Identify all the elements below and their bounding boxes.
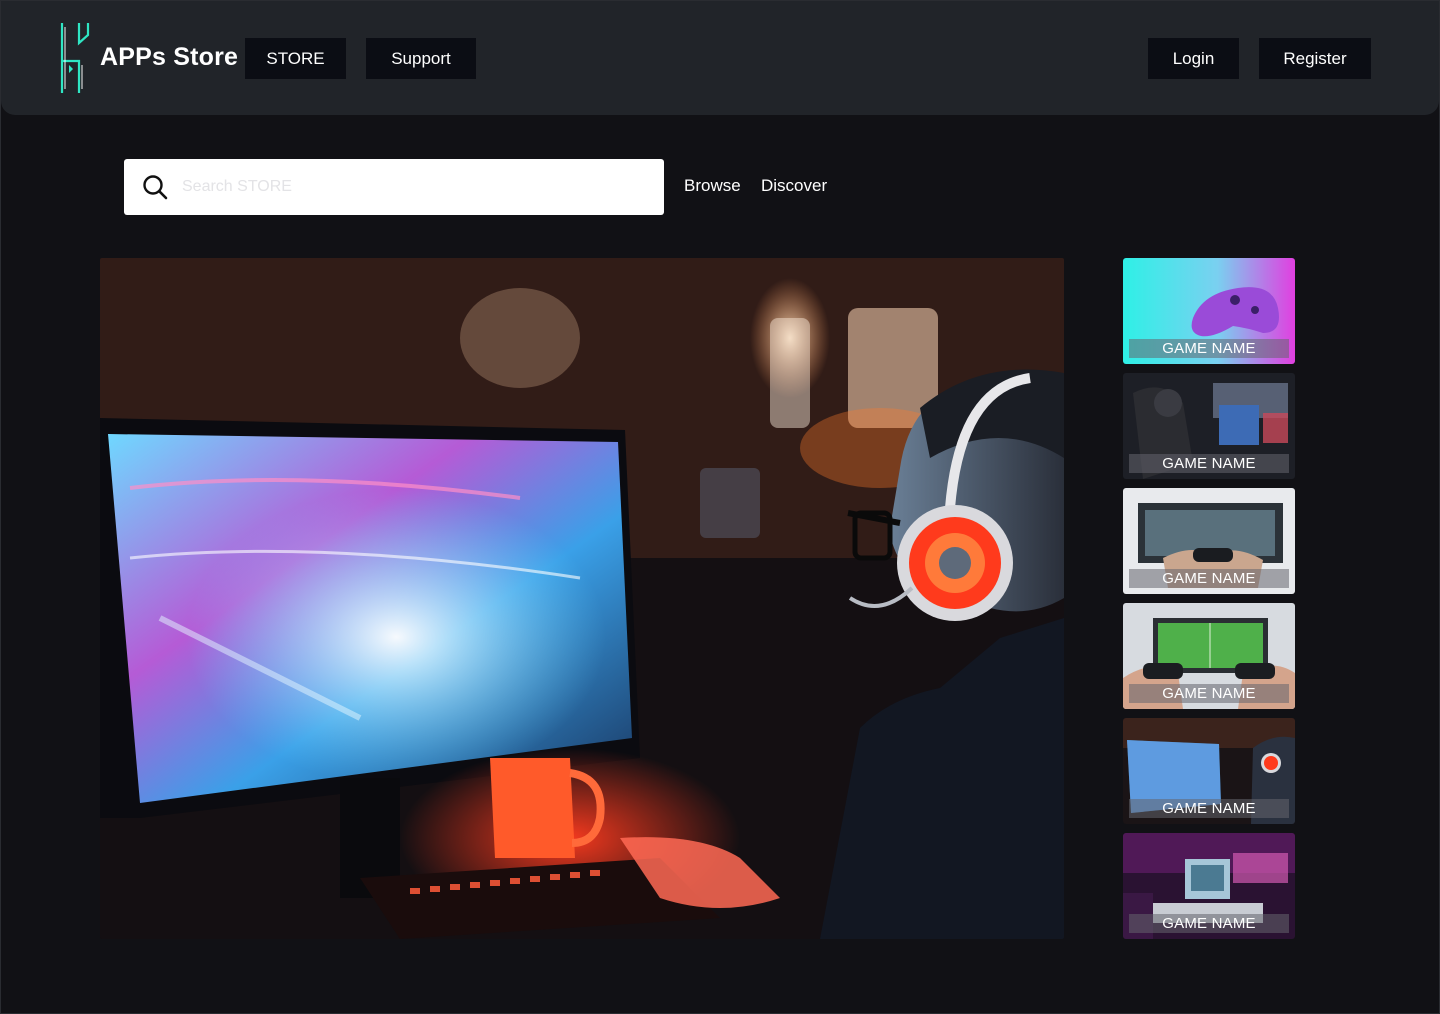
nav-store-button[interactable]: STORE [245, 38, 346, 79]
game-name-label: GAME NAME [1129, 914, 1289, 933]
nav-support-button[interactable]: Support [366, 38, 476, 79]
logo-icon[interactable] [59, 21, 91, 95]
brand-name[interactable]: APPs Store [100, 43, 238, 72]
login-button[interactable]: Login [1148, 38, 1239, 79]
discover-link[interactable]: Discover [761, 176, 827, 196]
game-card-6[interactable]: GAME NAME [1123, 833, 1295, 939]
game-name-label: GAME NAME [1129, 799, 1289, 818]
game-name-label: GAME NAME [1129, 339, 1289, 358]
browse-link[interactable]: Browse [684, 176, 741, 196]
game-card-3[interactable]: GAME NAME [1123, 488, 1295, 594]
game-name-label: GAME NAME [1129, 454, 1289, 473]
game-card-4[interactable]: GAME NAME [1123, 603, 1295, 709]
game-card-2[interactable]: GAME NAME [1123, 373, 1295, 479]
search-icon [143, 175, 168, 200]
search-bar[interactable] [124, 159, 664, 215]
game-card-1[interactable]: GAME NAME [1123, 258, 1295, 364]
app-window: APPs Store STORE Support Login Register … [0, 0, 1440, 1014]
game-name-label: GAME NAME [1129, 684, 1289, 703]
gamer-photo [100, 258, 1064, 939]
game-name-label: GAME NAME [1129, 569, 1289, 588]
search-input[interactable] [182, 169, 642, 205]
top-navigation-bar: APPs Store STORE Support Login Register [1, 1, 1439, 115]
game-card-5[interactable]: GAME NAME [1123, 718, 1295, 824]
featured-hero-image[interactable] [100, 258, 1064, 939]
register-button[interactable]: Register [1259, 38, 1371, 79]
